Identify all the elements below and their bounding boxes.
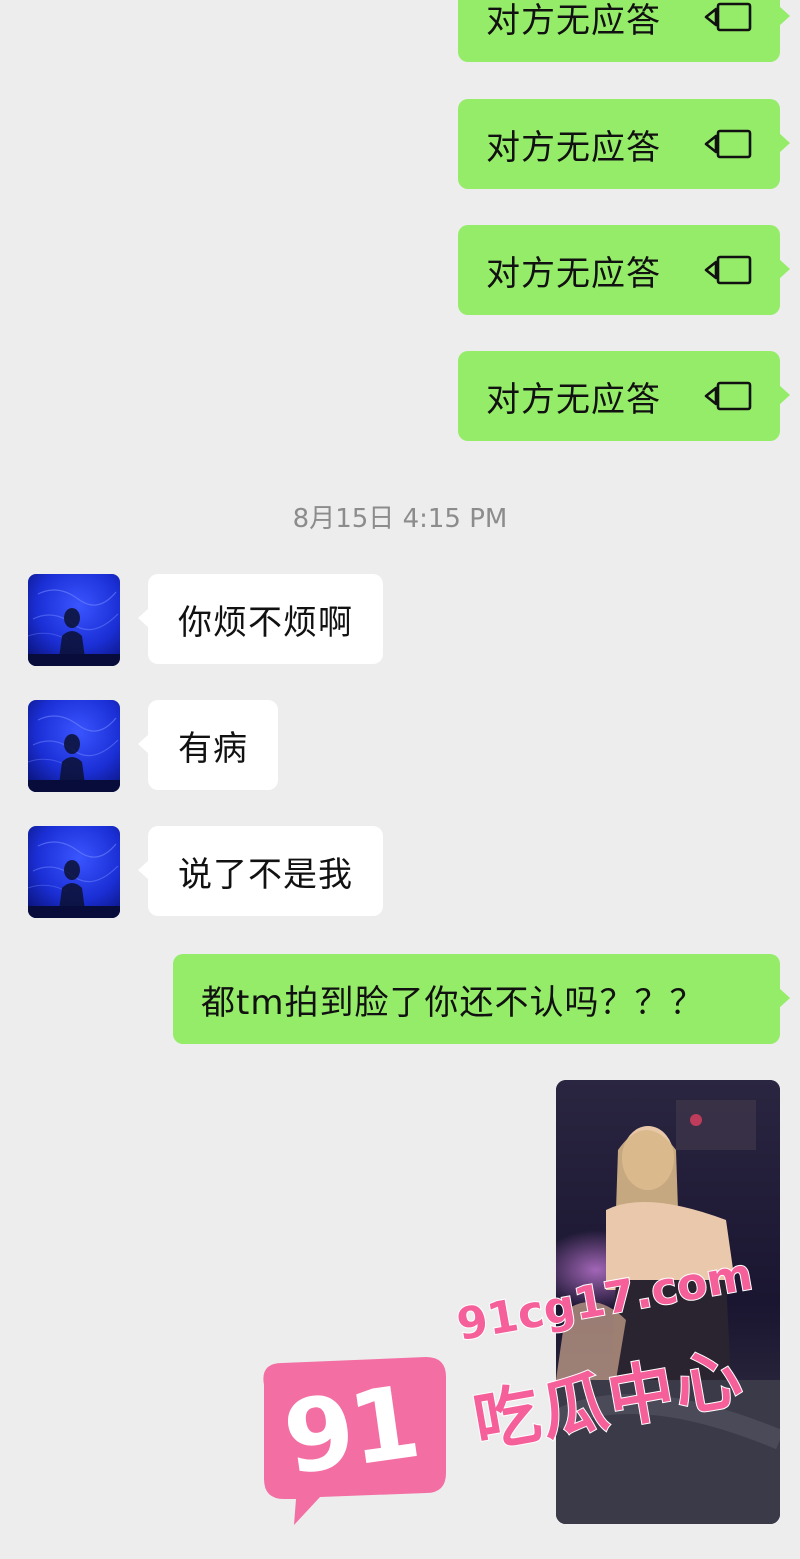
call-bubble-3[interactable]: 对方无应答 bbox=[458, 225, 790, 315]
watermark-badge-icon bbox=[250, 1355, 450, 1525]
incoming-message-bubble[interactable]: 你烦不烦啊 bbox=[138, 574, 383, 664]
incoming-message-row: 说了不是我 bbox=[28, 826, 383, 918]
video-call-icon bbox=[704, 379, 752, 413]
watermark-badge-text: 91 bbox=[276, 1363, 424, 1498]
incoming-message-bubble[interactable]: 说了不是我 bbox=[138, 826, 383, 916]
call-bubble-1[interactable]: 对方无应答 bbox=[458, 0, 790, 62]
incoming-message-row: 有病 bbox=[28, 700, 278, 792]
contact-avatar[interactable] bbox=[28, 574, 120, 666]
contact-avatar[interactable] bbox=[28, 826, 120, 918]
call-status-text: 对方无应答 bbox=[486, 0, 661, 41]
call-status-text: 对方无应答 bbox=[486, 127, 661, 168]
call-status-text: 对方无应答 bbox=[486, 379, 661, 420]
call-bubble-2[interactable]: 对方无应答 bbox=[458, 99, 790, 189]
message-timestamp: 8月15日 4:15 PM bbox=[292, 504, 508, 534]
outgoing-message-bubble[interactable]: 都tm拍到脸了你还不认吗？？？ bbox=[173, 954, 790, 1044]
video-call-icon bbox=[704, 127, 752, 161]
video-call-icon bbox=[704, 0, 752, 34]
video-call-icon bbox=[704, 253, 752, 287]
incoming-message-bubble[interactable]: 有病 bbox=[138, 700, 278, 790]
contact-avatar[interactable] bbox=[28, 700, 120, 792]
image-message-thumbnail[interactable] bbox=[556, 1080, 780, 1524]
call-bubble-4[interactable]: 对方无应答 bbox=[458, 351, 790, 441]
call-status-text: 对方无应答 bbox=[486, 253, 661, 294]
incoming-message-row: 你烦不烦啊 bbox=[28, 574, 383, 666]
